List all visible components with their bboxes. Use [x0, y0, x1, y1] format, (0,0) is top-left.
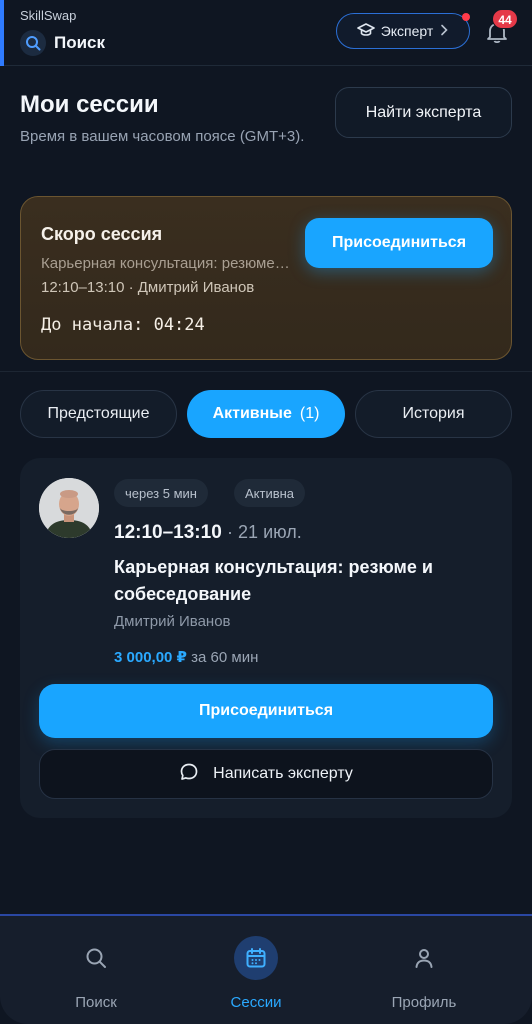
tab-upcoming[interactable]: Предстоящие: [20, 390, 177, 438]
expert-status-dot: [462, 13, 470, 21]
banner-countdown: До начала: 04:24: [41, 315, 205, 335]
expert-mode-button[interactable]: Эксперт: [336, 13, 470, 49]
chat-bubble-icon: [179, 762, 199, 787]
nav-item-search[interactable]: Поиск: [36, 936, 156, 1011]
nav-item-sessions-label: Сессии: [230, 994, 282, 1011]
session-card: через 5 мин Активна 12:10–13:10 · 21 июл…: [20, 458, 512, 818]
calendar-icon: [234, 936, 278, 980]
search-icon: [20, 30, 46, 56]
expert-avatar: [39, 478, 99, 538]
upcoming-session-banner: Скоро сессия Карьерная консультация: рез…: [20, 196, 512, 360]
session-time: 12:10–13:10 · 21 июл.: [114, 522, 302, 544]
time-until-chip: через 5 мин: [114, 479, 208, 507]
section-divider: [0, 371, 532, 372]
session-expert-name: Дмитрий Иванов: [114, 613, 231, 630]
notification-badge: 44: [492, 9, 518, 29]
page-title: Мои сессии: [20, 91, 159, 118]
session-price-amount: 3 000,00 ₽: [114, 649, 187, 666]
session-price: 3 000,00 ₽ за 60 мин: [114, 648, 258, 666]
user-icon: [402, 936, 446, 980]
nav-item-sessions[interactable]: Сессии: [196, 936, 316, 1011]
chevron-right-icon: [439, 23, 449, 39]
nav-item-profile[interactable]: Профиль: [364, 936, 484, 1011]
search-link-label: Поиск: [54, 33, 106, 52]
expert-mode-label: Эксперт: [380, 23, 434, 39]
timezone-note: Время в вашем часовом поясе (GMT+3).: [20, 128, 305, 145]
bottom-navigation: Поиск Сессии Профиль: [0, 914, 532, 1024]
accent-line: [0, 0, 4, 66]
message-expert-button[interactable]: Написать эксперту: [39, 749, 493, 799]
session-time-range: 12:10–13:10: [114, 522, 222, 543]
session-duration: за 60 мин: [191, 649, 259, 666]
top-bar: SkillSwap Поиск Эксперт 44: [0, 0, 532, 66]
banner-time-expert: 12:10–13:10 · Дмитрий Иванов: [41, 279, 255, 296]
banner-session-title: Карьерная консультация: резюме и собесед…: [41, 255, 291, 272]
session-title: Карьерная консультация: резюме и собесед…: [114, 557, 433, 604]
join-session-button[interactable]: Присоединиться: [39, 684, 493, 738]
brand-name: SkillSwap: [20, 8, 77, 23]
tab-active-count: (1): [299, 405, 320, 422]
graduation-cap-icon: [356, 22, 375, 40]
nav-item-search-label: Поиск: [75, 994, 117, 1011]
session-date: · 21 июл.: [227, 522, 302, 542]
search-icon: [74, 936, 118, 980]
banner-join-button[interactable]: Присоединиться: [305, 218, 493, 268]
tab-active[interactable]: Активные (1): [187, 390, 345, 438]
nav-item-profile-label: Профиль: [391, 994, 457, 1011]
search-link[interactable]: Поиск: [20, 30, 105, 56]
tab-history[interactable]: История: [355, 390, 512, 438]
tab-history-label: История: [402, 405, 465, 422]
find-expert-button[interactable]: Найти эксперта: [335, 87, 512, 138]
message-expert-label: Написать эксперту: [213, 765, 353, 782]
banner-title: Скоро сессия: [41, 224, 163, 244]
tab-active-label: Активные: [212, 405, 292, 422]
tab-upcoming-label: Предстоящие: [47, 405, 150, 422]
status-badge: Активна: [234, 479, 306, 507]
